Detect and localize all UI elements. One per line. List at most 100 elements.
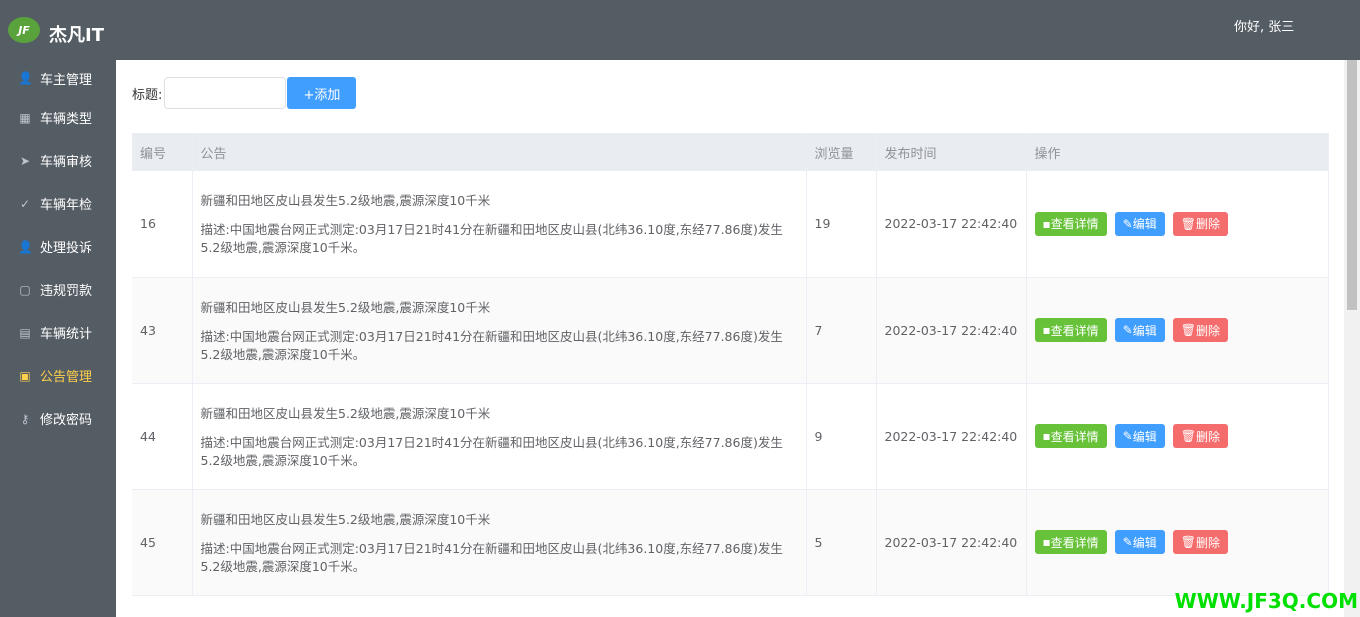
sidebar-item-8[interactable]: ⚷ 修改密码	[0, 397, 116, 440]
edit-label: 编辑	[1132, 323, 1157, 338]
cell-actions: ▪ 查看详情 ✎ 编辑 🗑 删除	[1026, 277, 1329, 384]
edit-button[interactable]: ✎ 编辑	[1114, 424, 1165, 448]
delete-label: 删除	[1195, 217, 1220, 232]
trash-icon: 🗑	[1180, 323, 1196, 337]
delete-button[interactable]: 🗑 删除	[1172, 211, 1228, 236]
document-icon: ▪	[1042, 216, 1051, 231]
top-bar: JF 杰凡IT 你好, 张三	[0, 0, 1360, 60]
trash-icon: 🗑	[1180, 535, 1196, 549]
notice-title: 新疆和田地区皮山县发生5.2级地震,震源深度10千米	[200, 299, 491, 315]
notice-title: 新疆和田地区皮山县发生5.2级地震,震源深度10千米	[200, 511, 491, 527]
edit-icon: ✎	[1122, 535, 1133, 549]
view-details-button[interactable]: ▪ 查看详情	[1034, 530, 1107, 554]
column-header-id: 编号	[132, 133, 193, 171]
column-header-views: 浏览量	[806, 133, 877, 171]
sidebar-item-6[interactable]: ▤ 车辆统计	[0, 311, 116, 354]
view-details-button[interactable]: ▪ 查看详情	[1034, 318, 1107, 342]
edit-button[interactable]: ✎ 编辑	[1114, 530, 1165, 554]
sidebar-item-5[interactable]: ▢ 违规罚款	[0, 268, 116, 311]
delete-label: 删除	[1195, 429, 1220, 444]
table-row: 43 新疆和田地区皮山县发生5.2级地震,震源深度10千米 描述:中国地震台网正式测…	[132, 277, 1329, 384]
notice-description: 描述:中国地震台网正式测定:03月17日21时41分在新疆和田地区皮山县(北纬3…	[200, 222, 783, 256]
notice-table: 编号 公告 浏览量 发布时间 操作 16 新疆和田地区皮山县发生5.2级地震,震源…	[132, 133, 1329, 596]
page-scrollbar[interactable]	[1344, 60, 1360, 617]
table-row: 16 新疆和田地区皮山县发生5.2级地震,震源深度10千米 描述:中国地震台网正式测…	[132, 171, 1329, 278]
cell-actions: ▪ 查看详情 ✎ 编辑 🗑 删除	[1026, 489, 1329, 596]
edit-icon: ✎	[1122, 323, 1133, 337]
sidebar-item-label: 车辆类型	[40, 112, 93, 127]
sidebar-item-label: 修改密码	[40, 413, 93, 428]
sidebar-item-7[interactable]: ▣ 公告管理	[0, 354, 116, 397]
view-details-label: 查看详情	[1050, 535, 1099, 550]
view-details-button[interactable]: ▪ 查看详情	[1034, 424, 1107, 448]
sidebar-item-4[interactable]: 👤 处理投诉	[0, 225, 116, 268]
document-icon: ▪	[1042, 323, 1051, 337]
scrollbar-thumb[interactable]	[1347, 60, 1357, 310]
document-icon: ▪	[1042, 535, 1051, 549]
add-button[interactable]: +添加	[287, 77, 357, 109]
logo: JF 杰凡IT	[8, 12, 104, 48]
cell-views: 19	[806, 171, 877, 278]
cell-publish-time: 2022-03-17 22:42:40	[876, 277, 1027, 384]
cell-notice: 新疆和田地区皮山县发生5.2级地震,震源深度10千米描述:中国地震台网正式测定:…	[192, 171, 807, 278]
sidebar-item-label: 公告管理	[40, 370, 93, 385]
cell-views: 7	[806, 277, 877, 384]
cell-views: 5	[806, 489, 877, 596]
sidebar-item-3[interactable]: ✓ 车辆年检	[0, 182, 116, 225]
edit-label: 编辑	[1132, 535, 1157, 550]
delete-label: 删除	[1195, 535, 1220, 550]
document-icon: ▪	[1042, 429, 1051, 443]
table-row: 45 新疆和田地区皮山县发生5.2级地震,震源深度10千米 描述:中国地震台网正式测…	[132, 489, 1329, 596]
user-icon: 👤	[18, 239, 33, 254]
app-title: 杰凡IT	[49, 25, 104, 46]
user-icon: 👤	[18, 71, 33, 85]
cell-views: 9	[806, 383, 877, 490]
sidebar-item-0[interactable]: 👤 车主管理	[0, 60, 116, 96]
view-details-label: 查看详情	[1050, 323, 1099, 338]
edit-icon: ✎	[1122, 429, 1133, 443]
edit-label: 编辑	[1132, 217, 1157, 232]
sidebar-item-2[interactable]: ➤ 车辆审核	[0, 139, 116, 182]
cell-publish-time: 2022-03-17 22:42:40	[876, 171, 1027, 278]
logo-icon: JF	[8, 17, 40, 43]
delete-button[interactable]: 🗑 删除	[1172, 530, 1228, 554]
sidebar-item-label: 车辆年检	[40, 198, 93, 213]
user-greeting: 你好, 张三	[1234, 20, 1295, 35]
cell-publish-time: 2022-03-17 22:42:40	[876, 489, 1027, 596]
edit-button[interactable]: ✎ 编辑	[1114, 211, 1165, 236]
delete-label: 删除	[1195, 323, 1220, 338]
notice-title: 新疆和田地区皮山县发生5.2级地震,震源深度10千米	[200, 405, 491, 421]
table-row: 44 新疆和田地区皮山县发生5.2级地震,震源深度10千米 描述:中国地震台网正式测…	[132, 383, 1329, 490]
cell-notice: 新疆和田地区皮山县发生5.2级地震,震源深度10千米 描述:中国地震台网正式测定:…	[192, 489, 807, 596]
column-header-actions: 操作	[1026, 133, 1329, 171]
notice-description: 描述:中国地震台网正式测定:03月17日21时41分在新疆和田地区皮山县(北纬3…	[200, 434, 783, 468]
cell-actions: ▪ 查看详情 ✎ 编辑 🗑 删除	[1026, 171, 1329, 278]
grid-icon: ▦	[19, 110, 31, 125]
edit-button[interactable]: ✎ 编辑	[1114, 318, 1165, 342]
sidebar-item-label: 车辆统计	[40, 327, 93, 342]
cell-actions: ▪ 查看详情 ✎ 编辑 🗑 删除	[1026, 383, 1329, 490]
delete-button[interactable]: 🗑 删除	[1172, 318, 1228, 342]
sidebar-item-label: 车辆审核	[40, 155, 93, 170]
cell-id: 43	[132, 277, 193, 384]
title-search-input[interactable]	[164, 77, 287, 109]
cell-id: 44	[132, 383, 193, 490]
cell-publish-time: 2022-03-17 22:42:40	[876, 383, 1027, 490]
cell-notice: 新疆和田地区皮山县发生5.2级地震,震源深度10千米描述:中国地震台网正式测定:…	[192, 383, 807, 490]
cell-notice: 新疆和田地区皮山县发生5.2级地震,震源深度10千米 描述:中国地震台网正式测定:…	[192, 277, 807, 384]
trash-icon: 🗑	[1180, 429, 1196, 443]
delete-button[interactable]: 🗑 删除	[1172, 424, 1228, 448]
search-toolbar: 标题: +添加	[132, 77, 357, 109]
sidebar-item-label: 车主管理	[40, 72, 93, 88]
sidebar-item-label: 处理投诉	[40, 241, 93, 256]
view-details-label: 查看详情	[1050, 217, 1099, 232]
key-icon: ⚷	[20, 411, 30, 426]
trash-icon: 🗑	[1180, 216, 1196, 231]
notice-title: 新疆和田地区皮山县发生5.2级地震,震源深度10千米	[200, 193, 491, 209]
view-details-button[interactable]: ▪ 查看详情	[1034, 211, 1107, 236]
view-details-label: 查看详情	[1050, 429, 1099, 444]
main-content: 标题: +添加 编号 公告 浏览量 发布时间 操作 16 新疆和田地区皮山县发生5…	[116, 60, 1344, 617]
sidebar-item-1[interactable]: ▦ 车辆类型	[0, 96, 116, 139]
document-icon: ▢	[19, 282, 31, 297]
notice-icon: ▣	[19, 368, 31, 383]
